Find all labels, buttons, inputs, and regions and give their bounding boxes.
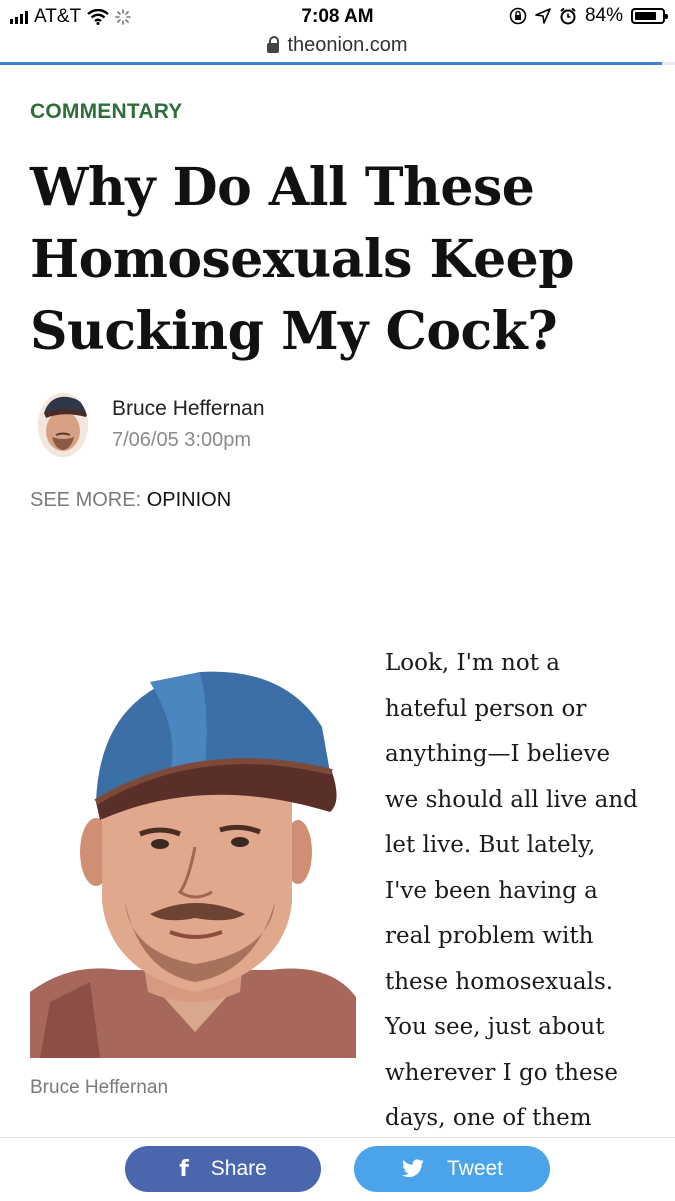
publish-date: 7/06/05 3:00pm	[112, 429, 251, 451]
section-label[interactable]: COMMENTARY	[30, 100, 183, 124]
author-avatar[interactable]	[38, 393, 88, 457]
body-line: anything—I believe	[385, 741, 611, 767]
see-more: SEE MORE: OPINION	[30, 489, 231, 512]
body-line: days, one of them	[385, 1105, 592, 1131]
author-name[interactable]: Bruce Heffernan	[112, 397, 265, 421]
share-bar: f Share Tweet	[0, 1137, 675, 1201]
twitter-share-button[interactable]: Tweet	[354, 1146, 550, 1192]
body-line: wherever I go these	[385, 1059, 618, 1086]
body-line: real problem with	[385, 923, 594, 949]
author-avatar-image	[38, 393, 88, 457]
status-right: 84%	[509, 5, 668, 27]
page-load-progress	[0, 62, 675, 65]
location-icon	[535, 8, 551, 24]
twitter-icon	[401, 1159, 424, 1178]
screen-rotation-lock-icon	[509, 7, 527, 25]
battery-level	[635, 12, 657, 20]
facebook-share-label: Share	[210, 1157, 267, 1180]
twitter-share-label: Tweet	[446, 1157, 504, 1180]
url-text[interactable]: theonion.com	[287, 34, 407, 57]
author-photo-image	[30, 652, 356, 1058]
battery-icon	[631, 8, 668, 24]
article-headline: Why Do All These Homosexuals Keep Suckin…	[30, 157, 575, 362]
address-bar[interactable]: theonion.com	[0, 32, 675, 58]
photo-caption: Bruce Heffernan	[30, 1077, 169, 1098]
body-line: I've been having a	[385, 877, 598, 904]
lock-icon	[267, 35, 280, 53]
author-photo	[30, 652, 356, 1058]
body-line: let live. But lately,	[385, 832, 596, 858]
article-body: Look, I'm not a hateful person or anythi…	[385, 641, 660, 1142]
status-bar: AT&T 7:08 AM 84%	[0, 0, 675, 32]
see-more-label: SEE MORE:	[30, 489, 142, 511]
facebook-icon: f	[179, 1156, 189, 1182]
body-line: You see, just about	[385, 1014, 605, 1040]
battery-percent: 84%	[584, 5, 623, 26]
body-line: Look, I'm not a	[385, 650, 560, 676]
page-load-progress-fill	[0, 62, 662, 65]
body-line: we should all live and	[385, 786, 638, 813]
facebook-share-button[interactable]: f Share	[125, 1146, 321, 1192]
body-line: hateful person or	[385, 695, 587, 722]
body-line: these homosexuals.	[385, 968, 614, 995]
see-more-link-opinion[interactable]: OPINION	[147, 489, 231, 511]
alarm-icon	[560, 7, 576, 25]
